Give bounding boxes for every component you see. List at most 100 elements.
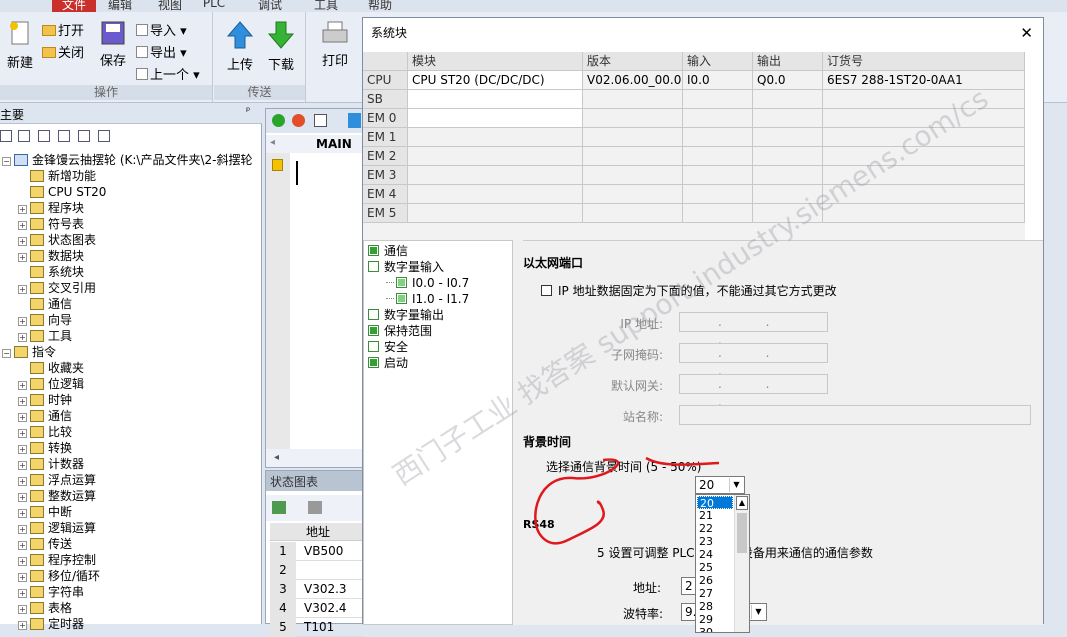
tree-item[interactable]: + 浮点运算: [18, 472, 96, 488]
tree-item[interactable]: + 中断: [18, 504, 72, 520]
previous-button[interactable]: 上一个 ▾: [136, 64, 200, 83]
table-cell[interactable]: [583, 185, 683, 204]
tree-item[interactable]: + 通信: [18, 408, 72, 424]
fixed-ip-checkbox[interactable]: IP 地址数据固定为下面的值，不能通过其它方式更改: [541, 282, 837, 299]
table-row[interactable]: 5 T101: [270, 618, 364, 637]
table-row[interactable]: SB: [363, 90, 1025, 109]
tree-item[interactable]: 系统块: [30, 264, 84, 280]
tree-item[interactable]: + 交叉引用: [18, 280, 96, 296]
table-row[interactable]: 4 V302.4: [270, 599, 364, 618]
toolbar-list-icon[interactable]: [58, 130, 70, 142]
expand-icon[interactable]: +: [18, 221, 27, 230]
table-cell[interactable]: [408, 109, 583, 128]
station-name-field[interactable]: [679, 405, 1031, 425]
tab-edit[interactable]: 编辑: [100, 0, 140, 12]
toolbar-page-icon[interactable]: [38, 130, 50, 142]
table-cell[interactable]: [753, 204, 823, 223]
tree-item[interactable]: − 指令: [2, 344, 56, 360]
delete-row-icon[interactable]: [308, 501, 322, 514]
table-cell[interactable]: [753, 128, 823, 147]
print-button[interactable]: 打印: [318, 20, 352, 69]
upload-button[interactable]: 上传: [224, 20, 256, 73]
toolbar-grid-icon[interactable]: [18, 130, 30, 142]
table-cell[interactable]: [753, 166, 823, 185]
table-cell[interactable]: [683, 90, 753, 109]
tree-item[interactable]: + 字符串: [18, 584, 84, 600]
table-row[interactable]: EM 2: [363, 147, 1025, 166]
tab-scroll-left-icon[interactable]: ◂: [270, 137, 275, 148]
ip-address-field[interactable]: . . .: [679, 312, 828, 347]
row-address[interactable]: V302.3: [304, 582, 347, 596]
dropdown-option[interactable]: 26: [697, 574, 733, 587]
tree-item[interactable]: + 符号表: [18, 216, 84, 232]
table-cell[interactable]: [753, 147, 823, 166]
expand-icon[interactable]: +: [18, 285, 27, 294]
expand-icon[interactable]: −: [2, 349, 11, 358]
scroll-thumb[interactable]: [737, 513, 747, 553]
table-cell[interactable]: [683, 128, 753, 147]
compile-icon[interactable]: [314, 114, 327, 127]
table-cell[interactable]: [823, 147, 1025, 166]
stop-icon[interactable]: [292, 114, 305, 127]
dropdown-scrollbar[interactable]: ▲: [734, 495, 749, 632]
table-row[interactable]: EM 0: [363, 109, 1025, 128]
expand-icon[interactable]: +: [18, 621, 27, 630]
tab-plc[interactable]: PLC: [196, 0, 232, 12]
expand-icon[interactable]: +: [18, 493, 27, 502]
table-cell[interactable]: [408, 90, 583, 109]
scroll-up-icon[interactable]: ▲: [736, 496, 748, 510]
run-icon[interactable]: [272, 114, 285, 127]
tab-file[interactable]: 文件: [52, 0, 96, 12]
tree-item[interactable]: + 程序块: [18, 200, 84, 216]
checkbox-box[interactable]: [541, 285, 552, 296]
scroll-left-arrow-icon[interactable]: ◂: [274, 452, 279, 463]
expand-icon[interactable]: +: [18, 573, 27, 582]
table-cell[interactable]: [823, 109, 1025, 128]
tree-item[interactable]: 收藏夹: [30, 360, 84, 376]
expand-icon[interactable]: +: [18, 461, 27, 470]
table-cell[interactable]: [823, 185, 1025, 204]
table-cell[interactable]: [583, 109, 683, 128]
expand-icon[interactable]: +: [18, 477, 27, 486]
gateway-field[interactable]: . . .: [679, 374, 828, 409]
dropdown-option[interactable]: 23: [697, 535, 733, 548]
tree-item[interactable]: 新增功能: [30, 168, 96, 184]
table-cell[interactable]: [408, 128, 583, 147]
table-cell[interactable]: [408, 166, 583, 185]
table-cell[interactable]: [583, 90, 683, 109]
table-cell[interactable]: [583, 147, 683, 166]
table-cell[interactable]: [408, 147, 583, 166]
table-cell[interactable]: [753, 109, 823, 128]
table-cell[interactable]: [583, 166, 683, 185]
row-address[interactable]: T101: [304, 620, 334, 634]
table-cell[interactable]: [683, 147, 753, 166]
export-button[interactable]: 导出 ▾: [136, 42, 187, 61]
save-button[interactable]: 保存: [96, 20, 130, 69]
new-button[interactable]: 新建: [4, 20, 36, 71]
tree-item[interactable]: + 时钟: [18, 392, 72, 408]
table-cell[interactable]: [823, 90, 1025, 109]
tree-item[interactable]: + 整数运算: [18, 488, 96, 504]
dropdown-option[interactable]: 29: [697, 613, 733, 626]
expand-icon[interactable]: +: [18, 445, 27, 454]
expand-icon[interactable]: +: [18, 333, 27, 342]
table-cell[interactable]: [683, 166, 753, 185]
dropdown-option[interactable]: 24: [697, 548, 733, 561]
tree-item[interactable]: + 传送: [18, 536, 72, 552]
tree-item[interactable]: + 转换: [18, 440, 72, 456]
collapse-icon[interactable]: −: [2, 157, 11, 166]
nav-item[interactable]: I0.0 - I0.7: [386, 275, 469, 291]
table-cell[interactable]: CPU ST20 (DC/DC/DC): [408, 71, 583, 90]
nav-item[interactable]: 数字量输入: [368, 259, 444, 275]
expand-icon[interactable]: +: [18, 205, 27, 214]
tree-item[interactable]: 通信: [30, 296, 72, 312]
table-cell[interactable]: [823, 128, 1025, 147]
nav-item[interactable]: 数字量输出: [368, 307, 444, 323]
tree-item[interactable]: + 状态图表: [18, 232, 96, 248]
dropdown-option[interactable]: 21: [697, 509, 733, 522]
table-row[interactable]: EM 4: [363, 185, 1025, 204]
table-row[interactable]: 1 VB500: [270, 542, 364, 561]
dropdown-option[interactable]: 27: [697, 587, 733, 600]
expand-icon[interactable]: +: [18, 253, 27, 262]
table-cell[interactable]: [583, 204, 683, 223]
